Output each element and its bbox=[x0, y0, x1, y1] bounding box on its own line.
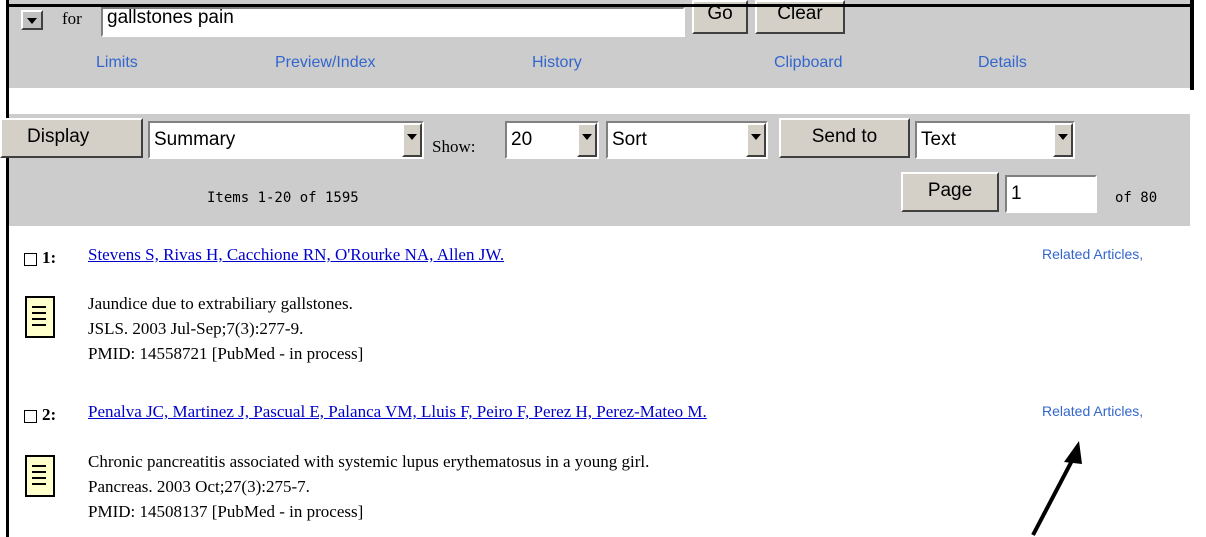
pointer-arrow-icon bbox=[1031, 441, 1082, 536]
